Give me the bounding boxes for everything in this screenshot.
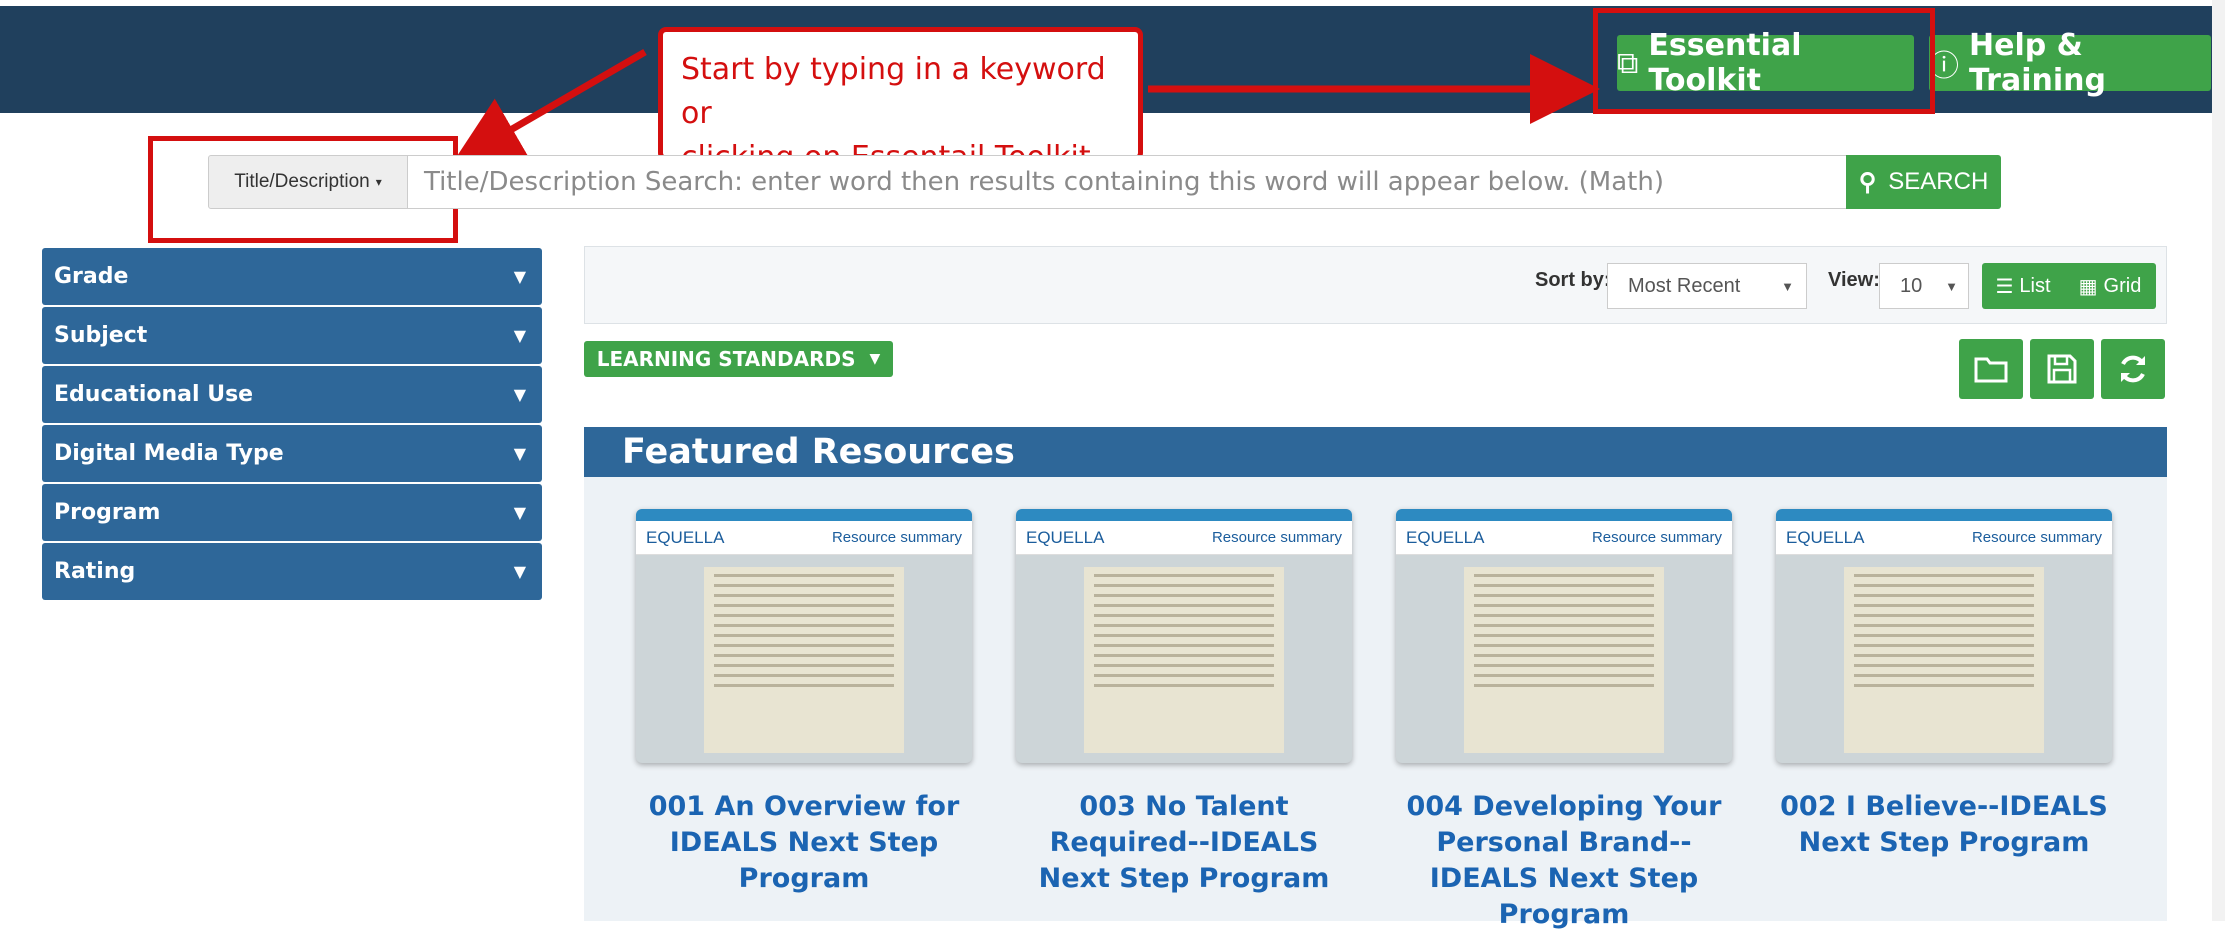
filter-label: Educational Use	[54, 382, 254, 407]
filter-sidebar: Grade ▼ Subject ▼ Educational Use ▼ Digi…	[42, 248, 542, 602]
featured-card[interactable]: EQUELLA Resource summary 002 I Believe--…	[1776, 509, 2112, 933]
featured-heading: Featured Resources	[584, 427, 2167, 477]
featured-resources-panel: Featured Resources EQUELLA Resource summ…	[584, 427, 2167, 930]
thumbnail-header: EQUELLA Resource summary	[1016, 521, 1352, 555]
thumbnail-toolbar	[1016, 509, 1352, 521]
list-view-label: List	[2019, 274, 2051, 297]
filter-rating[interactable]: Rating ▼	[42, 543, 542, 600]
thumbnail-brand: EQUELLA	[1786, 527, 1865, 547]
thumbnail-brand: EQUELLA	[1026, 527, 1105, 547]
thumbnail-toolbar	[636, 509, 972, 521]
caret-down-icon: ▾	[375, 175, 382, 189]
filter-label: Digital Media Type	[54, 441, 284, 466]
save-icon	[2047, 354, 2077, 384]
grid-view-button[interactable]: ▦ Grid	[2064, 263, 2156, 309]
filter-program[interactable]: Program ▼	[42, 484, 542, 541]
folder-icon	[1974, 357, 2008, 383]
caret-down-icon: ▼	[869, 351, 881, 367]
thumbnail-subtitle: Resource summary	[831, 529, 962, 546]
list-icon: ☰	[1995, 275, 2014, 298]
resource-thumbnail[interactable]: EQUELLA Resource summary	[1396, 509, 1732, 763]
sort-select[interactable]: Most Recent ▼	[1607, 263, 1807, 309]
thumbnail-subtitle: Resource summary	[1211, 529, 1342, 546]
thumbnail-brand: EQUELLA	[1406, 527, 1485, 547]
featured-cards: EQUELLA Resource summary 001 An Overview…	[636, 509, 2156, 933]
search-placeholder: Title/Description Search: enter word the…	[424, 167, 1664, 197]
thumbnail-toolbar	[1396, 509, 1732, 521]
thumbnail-body	[1084, 567, 1284, 753]
caret-down-icon: ▼	[513, 562, 526, 581]
thumbnail-toolbar	[1776, 509, 2112, 521]
caret-down-icon: ▼	[513, 444, 526, 463]
search-button[interactable]: ⚲ SEARCH	[1846, 155, 2001, 209]
sort-value: Most Recent	[1628, 274, 1741, 297]
featured-card[interactable]: EQUELLA Resource summary 001 An Overview…	[636, 509, 972, 933]
save-button[interactable]	[2030, 339, 2094, 399]
thumbnail-body	[1464, 567, 1664, 753]
thumbnail-header: EQUELLA Resource summary	[636, 521, 972, 555]
card-title[interactable]: 003 No Talent Required--IDEALS Next Step…	[1016, 789, 1352, 897]
filter-label: Rating	[54, 559, 136, 584]
caret-down-icon: ▼	[513, 503, 526, 522]
view-label: View:	[1828, 269, 1880, 291]
filter-subject[interactable]: Subject ▼	[42, 307, 542, 364]
filter-label: Grade	[54, 264, 129, 289]
thumbnail-header: EQUELLA Resource summary	[1776, 521, 2112, 555]
learning-standards-button[interactable]: LEARNING STANDARDS ▼	[584, 341, 893, 377]
sort-label: Sort by:	[1535, 269, 1611, 291]
search-button-label: SEARCH	[1888, 168, 1989, 195]
card-title[interactable]: 004 Developing Your Personal Brand--IDEA…	[1396, 789, 1732, 933]
refresh-button[interactable]	[2101, 339, 2165, 399]
filter-educational-use[interactable]: Educational Use ▼	[42, 366, 542, 423]
annotation-line-1: Start by typing in a keyword or	[681, 52, 1106, 131]
filter-digital-media-type[interactable]: Digital Media Type ▼	[42, 425, 542, 482]
filter-label: Program	[54, 500, 161, 525]
filter-label: Subject	[54, 323, 148, 348]
thumbnail-subtitle: Resource summary	[1971, 529, 2102, 546]
caret-down-icon: ▼	[1945, 278, 1958, 294]
refresh-icon	[2121, 355, 2145, 383]
list-view-button[interactable]: ☰ List	[1982, 263, 2064, 309]
thumbnail-subtitle: Resource summary	[1591, 529, 1722, 546]
filter-grade[interactable]: Grade ▼	[42, 248, 542, 305]
thumbnail-brand: EQUELLA	[646, 527, 725, 547]
annotation-arrow-left	[451, 48, 647, 165]
search-input[interactable]: Title/Description Search: enter word the…	[408, 155, 1848, 209]
search-row: Title/Description ▾ Title/Description Se…	[208, 155, 1848, 209]
view-value: 10	[1900, 274, 1923, 297]
grid-icon: ▦	[2078, 275, 2098, 298]
resource-thumbnail[interactable]: EQUELLA Resource summary	[636, 509, 972, 763]
open-folder-button[interactable]	[1959, 339, 2023, 399]
annotation-callout: Start by typing in a keyword or clicking…	[658, 27, 1143, 175]
card-title[interactable]: 002 I Believe--IDEALS Next Step Program	[1776, 789, 2112, 861]
results-toolbar: Sort by: Most Recent ▼ View: 10 ▼ ☰ List…	[584, 246, 2167, 324]
thumbnail-header: EQUELLA Resource summary	[1396, 521, 1732, 555]
learning-standards-label: LEARNING STANDARDS	[596, 347, 856, 371]
caret-down-icon: ▼	[513, 267, 526, 286]
featured-card[interactable]: EQUELLA Resource summary 003 No Talent R…	[1016, 509, 1352, 933]
grid-view-label: Grid	[2103, 274, 2142, 297]
featured-card[interactable]: EQUELLA Resource summary 004 Developing …	[1396, 509, 1732, 933]
card-title[interactable]: 001 An Overview for IDEALS Next Step Pro…	[636, 789, 972, 897]
thumbnail-body	[704, 567, 904, 753]
view-count-select[interactable]: 10 ▼	[1879, 263, 1969, 309]
search-icon: ⚲	[1858, 168, 1877, 196]
search-field-dropdown[interactable]: Title/Description ▾	[208, 155, 408, 209]
caret-down-icon: ▼	[513, 385, 526, 404]
resource-thumbnail[interactable]: EQUELLA Resource summary	[1776, 509, 2112, 763]
caret-down-icon: ▼	[1781, 278, 1794, 294]
thumbnail-body	[1844, 567, 2044, 753]
caret-down-icon: ▼	[513, 326, 526, 345]
search-field-label: Title/Description	[234, 171, 370, 192]
resource-thumbnail[interactable]: EQUELLA Resource summary	[1016, 509, 1352, 763]
